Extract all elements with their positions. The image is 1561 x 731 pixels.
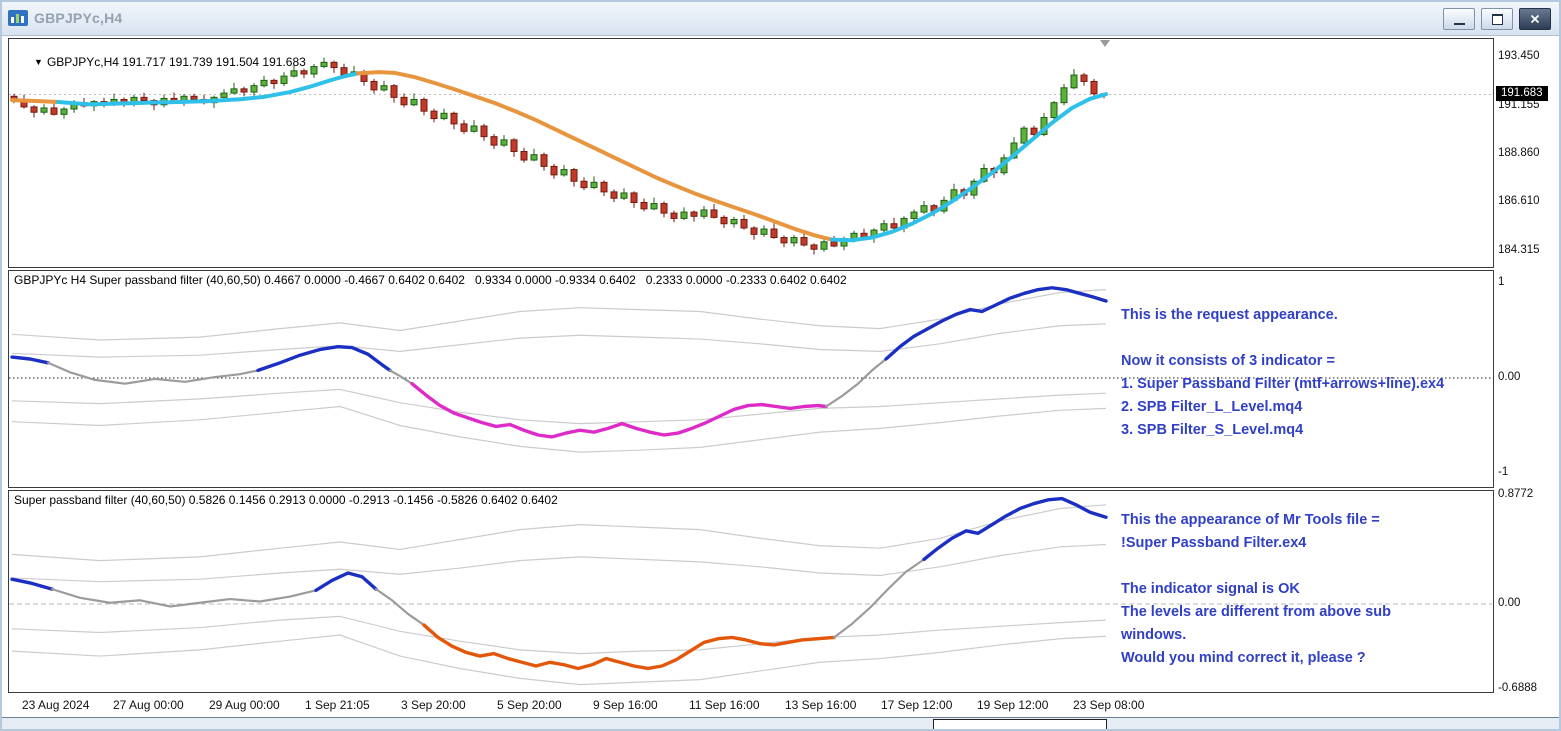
price-axis[interactable]: 193.450 191.155 188.860 186.610 184.315 191.6…	[1496, 0, 1560, 731]
close-icon	[1530, 14, 1540, 24]
price-axis-label: 0.8772	[1498, 488, 1534, 501]
price-axis-label: 1	[1498, 276, 1505, 288]
price-axis-label: 188.860	[1498, 147, 1540, 160]
price-axis-label: 0.00	[1498, 597, 1521, 609]
annotation-line: Now it consists of 3 indicator =	[1121, 353, 1335, 369]
time-axis[interactable]: 23 Aug 2024 27 Aug 00:00 29 Aug 00:00 1 Sep…	[8, 694, 1496, 716]
horizontal-scrollbar	[0, 717, 1561, 731]
price-axis-label: -0.6888	[1498, 682, 1538, 695]
time-axis-label: 23 Aug 2024	[22, 698, 90, 712]
annotation-line: This the appearance of Mr Tools file =	[1121, 512, 1380, 528]
time-axis-label: 19 Sep 12:00	[977, 698, 1049, 712]
restore-icon	[1491, 13, 1503, 25]
spb-indicator-panel-2[interactable]: Super passband filter (40,60,50) 0.5826 …	[8, 490, 1494, 693]
time-axis-label: 29 Aug 00:00	[209, 698, 280, 712]
mt4-chart-window: GBPJPYc,H4 ▼ GBPJPYc,H4 191.717 191.739 1…	[0, 0, 1561, 731]
indicator1-header: GBPJPYc H4 Super passband filter (40,60,…	[14, 273, 847, 287]
annotation-line: 1. Super Passband Filter (mtf+arrows+lin…	[1121, 376, 1445, 392]
price-axis-label: -1	[1498, 466, 1509, 478]
time-axis-label: 1 Sep 21:05	[305, 698, 370, 712]
time-axis-label: 5 Sep 20:00	[497, 698, 562, 712]
indicator2-header: Super passband filter (40,60,50) 0.5826 …	[14, 493, 558, 507]
main-chart-header: ▼ GBPJPYc,H4 191.717 191.739 191.504 191.…	[14, 41, 306, 83]
annotation-line: This is the request appearance.	[1121, 307, 1338, 323]
spb-indicator-panel-1[interactable]: GBPJPYc H4 Super passband filter (40,60,…	[8, 270, 1494, 488]
annotation-line: 2. SPB Filter_L_Level.mq4	[1121, 399, 1303, 415]
restore-button[interactable]	[1481, 8, 1513, 30]
close-button[interactable]	[1519, 8, 1551, 30]
current-price-badge: 191.683	[1496, 85, 1548, 101]
price-axis-label: 0.00	[1498, 371, 1521, 383]
annotation-line	[1121, 555, 1521, 578]
annotation-line: The indicator signal is OK	[1121, 581, 1300, 597]
annotation-line: windows.	[1121, 627, 1187, 643]
price-axis-label: 186.610	[1498, 195, 1540, 208]
time-axis-label: 3 Sep 20:00	[401, 698, 466, 712]
minimize-button[interactable]	[1443, 8, 1475, 30]
price-axis-label: 184.315	[1498, 244, 1540, 257]
annotation-line: The levels are different from above sub	[1121, 604, 1391, 620]
main-chart-ohlc-readout: GBPJPYc,H4 191.717 191.739 191.504 191.6…	[46, 55, 306, 69]
window-title: GBPJPYc,H4	[34, 9, 123, 26]
minimize-icon	[1453, 22, 1465, 25]
annotation-line: Would you mind correct it, please ?	[1121, 650, 1366, 666]
annotation-line: !Super Passband Filter.ex4	[1121, 535, 1307, 551]
symbol-dropdown-icon: ▼	[34, 57, 43, 67]
mt4-chart-icon	[8, 9, 28, 26]
time-axis-label: 13 Sep 16:00	[785, 698, 857, 712]
main-chart-panel[interactable]: ▼ GBPJPYc,H4 191.717 191.739 191.504 191.…	[8, 38, 1494, 268]
time-axis-label: 23 Sep 08:00	[1073, 698, 1145, 712]
scrollbar-thumb[interactable]	[933, 719, 1107, 731]
title-bar[interactable]: GBPJPYc,H4	[0, 0, 1561, 36]
price-axis-label: 191.155	[1498, 98, 1540, 111]
time-axis-label: 11 Sep 16:00	[689, 698, 760, 712]
time-axis-label: 9 Sep 16:00	[593, 698, 658, 712]
annotation-mrtools-appearance: This the appearance of Mr Tools file = !…	[1121, 509, 1521, 670]
time-axis-label: 17 Sep 12:00	[881, 698, 953, 712]
annotation-line	[1121, 327, 1521, 350]
annotation-request-appearance: This is the request appearance. Now it c…	[1121, 304, 1521, 442]
price-axis-label: 193.450	[1498, 50, 1540, 62]
time-axis-label: 27 Aug 00:00	[113, 698, 184, 712]
window-controls	[1443, 8, 1551, 30]
annotation-line: 3. SPB Filter_S_Level.mq4	[1121, 422, 1304, 438]
